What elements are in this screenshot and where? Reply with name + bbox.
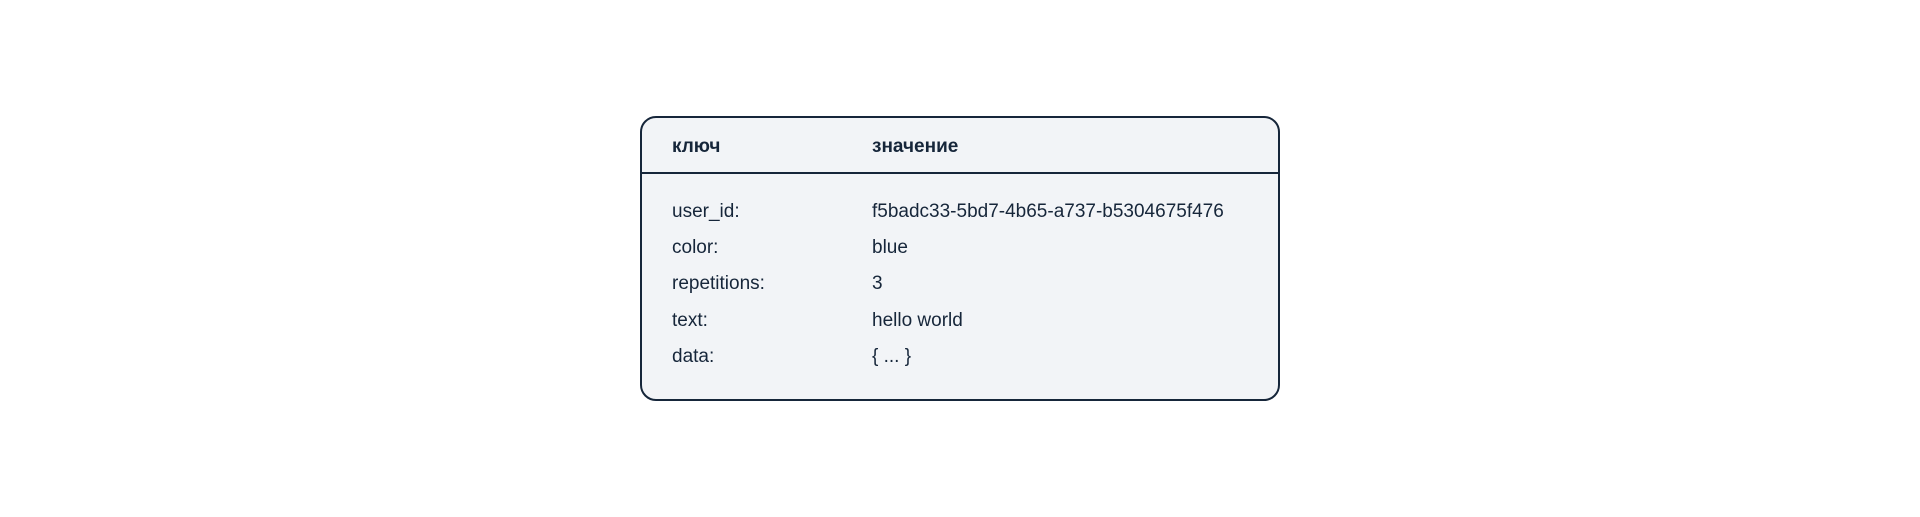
row-key: text: [672,303,872,339]
row-key: color: [672,230,872,266]
row-value: blue [872,230,1248,266]
row-value: { ... } [872,339,1248,375]
row-value: f5badc33-5bd7-4b65-a737-b5304675f476 [872,194,1248,230]
table-header-row: ключ значение [642,118,1278,174]
table-body: user_id: f5badc33-5bd7-4b65-a737-b530467… [642,174,1278,398]
table-row: text: hello world [672,303,1248,339]
header-value: значение [872,136,1248,158]
row-value: 3 [872,266,1248,302]
key-value-table: ключ значение user_id: f5badc33-5bd7-4b6… [640,116,1280,400]
row-value: hello world [872,303,1248,339]
row-key: user_id: [672,194,872,230]
row-key: repetitions: [672,266,872,302]
table-row: data: { ... } [672,339,1248,375]
row-key: data: [672,339,872,375]
table-row: repetitions: 3 [672,266,1248,302]
table-row: user_id: f5badc33-5bd7-4b65-a737-b530467… [672,194,1248,230]
table-row: color: blue [672,230,1248,266]
header-key: ключ [672,136,872,158]
